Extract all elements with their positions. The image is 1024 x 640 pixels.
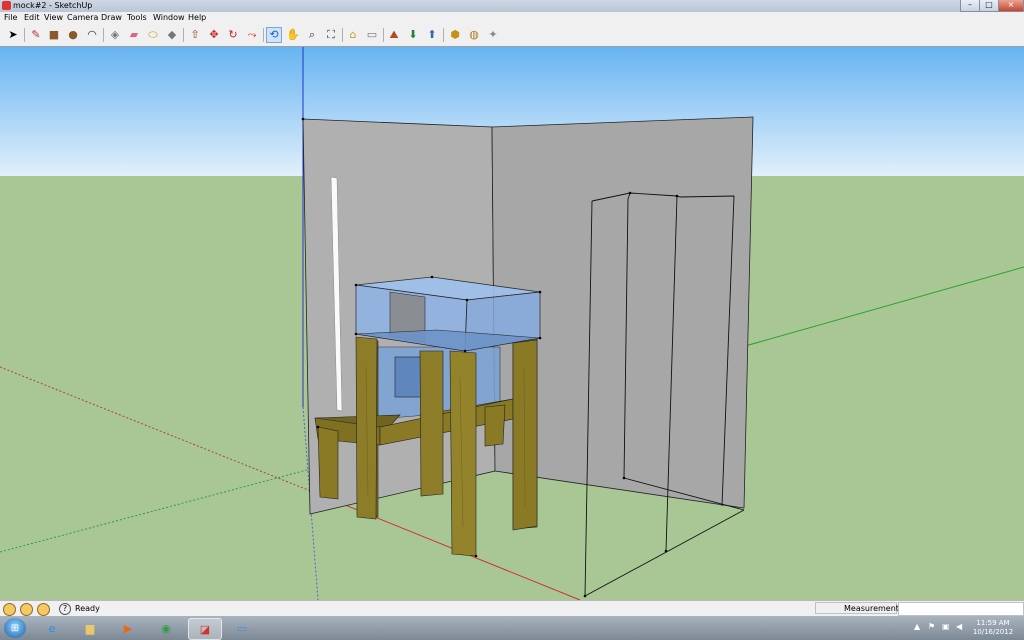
clock-date: 10/16/2012 [972, 628, 1014, 636]
rectangle-icon[interactable]: ■ [47, 28, 61, 42]
share-component-icon[interactable]: ⬢ [448, 28, 462, 42]
leg-back-left [355, 336, 378, 520]
toolbar-separator [183, 28, 184, 42]
close-button[interactable]: × [998, 0, 1024, 12]
move-icon[interactable]: ✥ [207, 28, 221, 42]
network-icon[interactable]: ▣ [942, 622, 950, 631]
menu-tools[interactable]: Tools [127, 13, 147, 22]
menu-file[interactable]: File [4, 13, 17, 22]
add-location-icon[interactable]: ⌂ [346, 28, 360, 42]
get-models-icon[interactable]: ⬇ [406, 28, 420, 42]
paint-bucket-icon[interactable]: ◆ [165, 28, 179, 42]
extension-warehouse-icon[interactable]: ✦ [486, 28, 500, 42]
front-leg-short-1 [317, 426, 339, 500]
share-model-icon[interactable]: ⬆ [425, 28, 439, 42]
volume-icon[interactable]: ◀ [956, 622, 962, 631]
leg-mid-left [419, 350, 444, 497]
front-leg-short-2 [484, 404, 506, 447]
measurements-label: Measurements [815, 602, 903, 614]
tape-measure-icon[interactable]: ⬭ [146, 28, 160, 42]
start-button[interactable]: ⊞ [4, 618, 26, 638]
make-component-icon[interactable]: ◈ [108, 28, 122, 42]
zoom-icon[interactable]: ⌕ [305, 28, 319, 42]
modeling-viewport[interactable] [0, 47, 1024, 600]
follow-me-icon[interactable]: ⤳ [245, 28, 259, 42]
toggle-terrain-icon[interactable]: ▭ [365, 28, 379, 42]
internet-explorer-icon[interactable]: e [36, 618, 68, 638]
toolbar-separator [443, 28, 444, 42]
toolbar-separator [342, 28, 343, 42]
file-explorer-icon[interactable]: ▆ [74, 618, 106, 638]
action-center-icon[interactable]: ⚑ [928, 622, 935, 631]
circle-icon[interactable]: ● [66, 28, 80, 42]
pan-hand-icon[interactable]: ✋ [286, 28, 300, 42]
push-pull-icon[interactable]: ⇧ [188, 28, 202, 42]
credits-icon[interactable] [20, 603, 33, 616]
window-title: mock#2 - SketchUp [13, 1, 93, 10]
windows-taskbar: ⊞ e ▆ ▶ ◉ ◪ ▭ ▲ ⚑ ▣ ◀ 11:59 AM 10/16/201… [0, 616, 1024, 640]
pencil-line-icon[interactable]: ✎ [29, 28, 43, 42]
menu-draw[interactable]: Draw [101, 13, 122, 22]
get-photo-texture-icon[interactable]: ◍ [467, 28, 481, 42]
menu-edit[interactable]: Edit [24, 13, 40, 22]
toolbar-separator [263, 28, 264, 42]
measurements-field[interactable] [898, 602, 1024, 616]
menu-camera[interactable]: Camera [67, 13, 98, 22]
instructor-icon[interactable] [37, 603, 50, 616]
toolbar-separator [383, 28, 384, 42]
select-arrow-icon[interactable]: ➤ [6, 28, 20, 42]
status-bar: ? Ready Measurements [0, 600, 1024, 617]
geo-location-icon[interactable] [3, 603, 16, 616]
help-icon[interactable]: ? [59, 603, 71, 615]
system-clock[interactable]: 11:59 AM 10/16/2012 [970, 619, 1016, 637]
show-hidden-icons-icon[interactable]: ▲ [914, 622, 920, 631]
menu-view[interactable]: View [44, 13, 63, 22]
orbit-icon[interactable]: ⟲ [266, 27, 282, 43]
toolbar-separator [103, 28, 104, 42]
arc-icon[interactable]: ◠ [85, 28, 99, 42]
media-player-icon[interactable]: ▶ [112, 618, 144, 638]
clock-time: 11:59 AM [976, 619, 1010, 627]
title-bar: mock#2 - SketchUp – □ × [0, 0, 1024, 12]
zoom-extents-icon[interactable]: ⛶ [324, 28, 338, 42]
google-earth-icon[interactable]: ⛰ [387, 28, 401, 42]
scene-canvas[interactable] [0, 47, 1024, 600]
remote-desktop-icon[interactable]: ▭ [226, 618, 258, 638]
minimize-button[interactable]: – [960, 0, 980, 12]
status-text: Ready [75, 604, 100, 613]
maximize-button[interactable]: □ [979, 0, 999, 12]
rotate-icon[interactable]: ↻ [226, 28, 240, 42]
menu-help[interactable]: Help [188, 13, 206, 22]
chrome-icon[interactable]: ◉ [150, 618, 182, 638]
toolbar-separator [24, 28, 25, 42]
eraser-icon[interactable]: ▰ [127, 28, 141, 42]
sketchup-icon[interactable]: ◪ [188, 618, 222, 640]
sketchup-app-icon [2, 1, 11, 10]
toolbar: ➤ ✎ ■ ● ◠ ◈ ▰ ⬭ ◆ ⇧ ✥ ↻ ⤳ ⟲ ✋ ⌕ ⛶ ⌂ ▭ ⛰ … [0, 24, 1024, 47]
menu-window[interactable]: Window [153, 13, 185, 22]
